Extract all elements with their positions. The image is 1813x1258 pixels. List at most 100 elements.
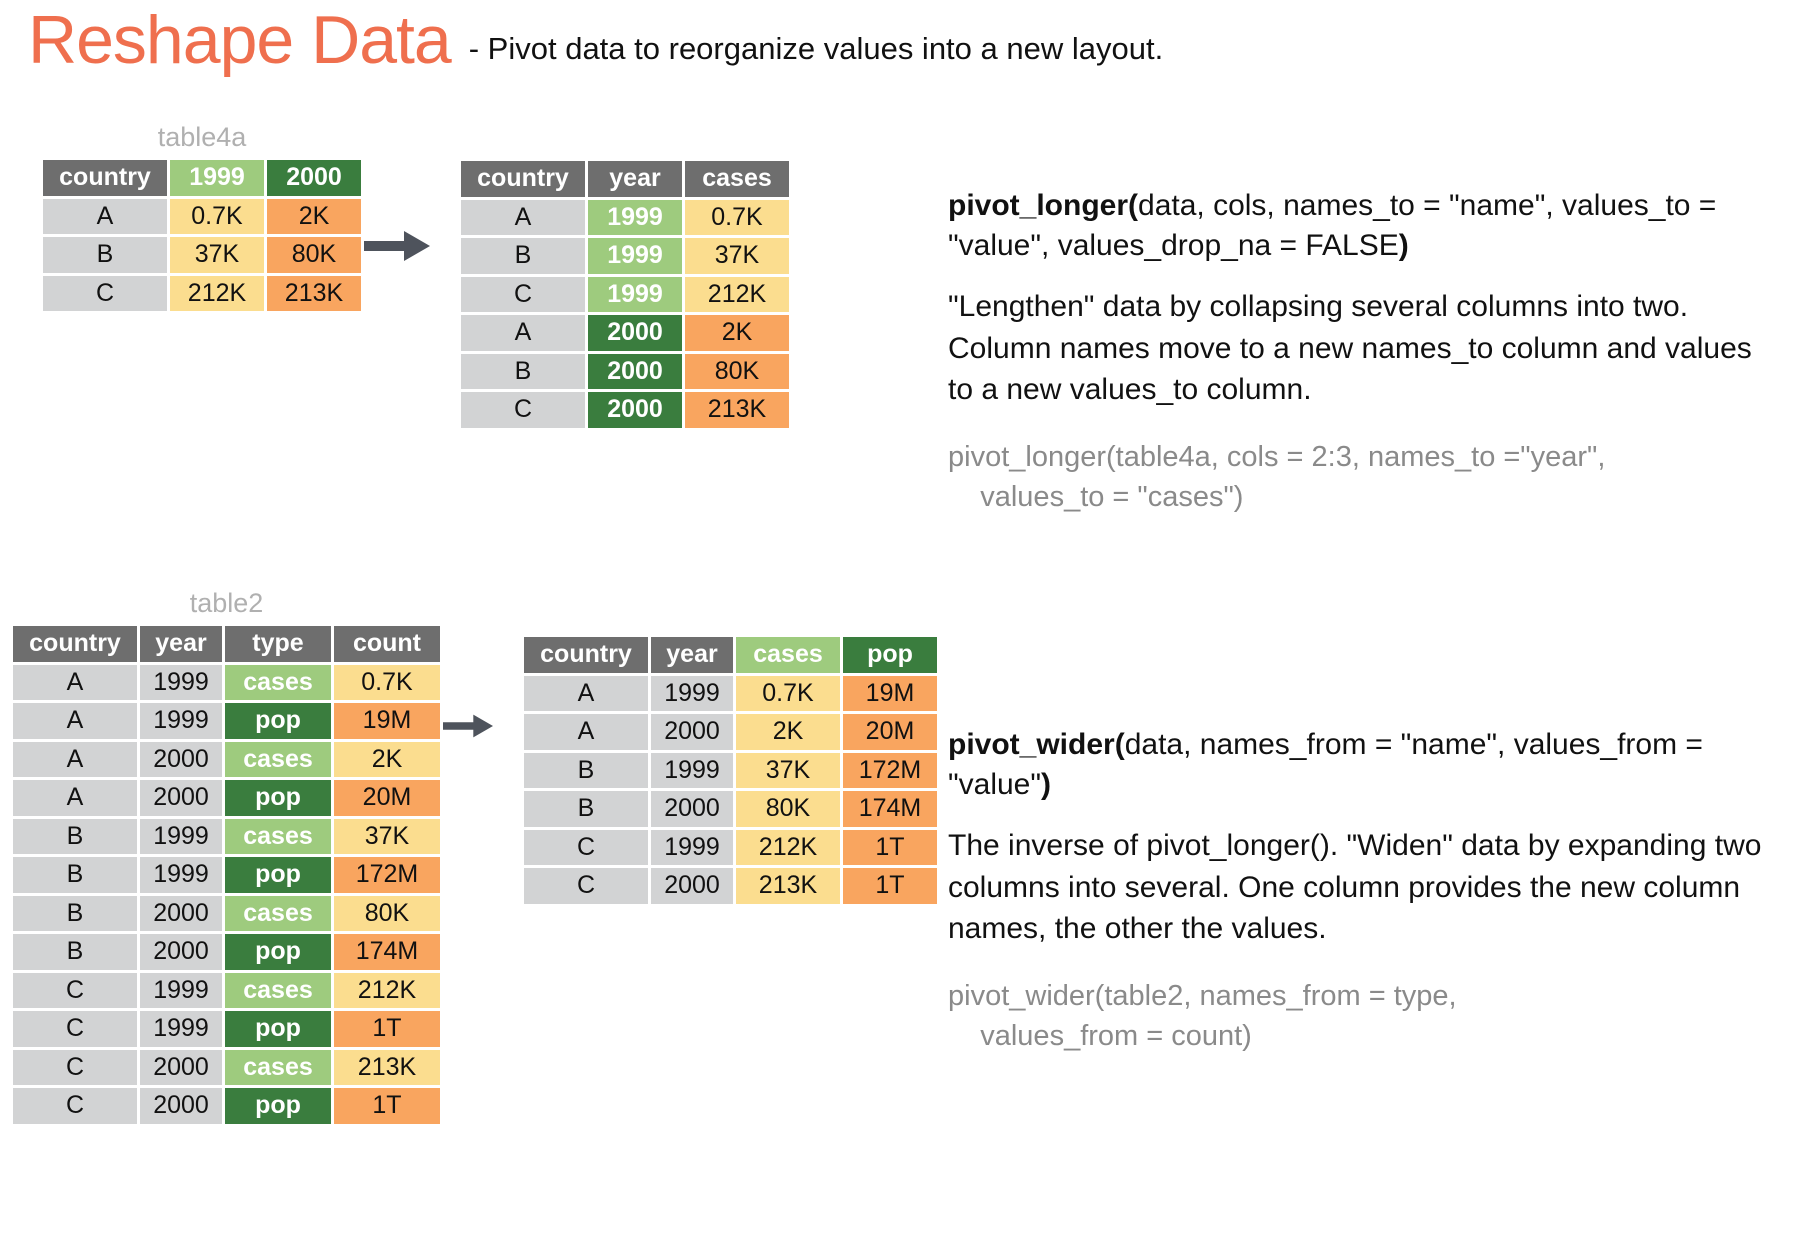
table-cell: B (13, 857, 137, 893)
pivot-longer-text: pivot_longer(data, cols, names_to = "nam… (948, 186, 1778, 517)
table-cell: C (13, 972, 137, 1008)
table-cell: 2000 (588, 315, 682, 351)
pivot-wider-diagram: table2 country year type count A 1999 cases 0.7… (10, 588, 940, 1127)
table-cell: 2K (736, 714, 840, 750)
table-cell: 1999 (140, 703, 222, 739)
table-cell: A (524, 714, 648, 750)
pivot-wider-fn-close: ) (1041, 768, 1052, 802)
table-cell: 2000 (588, 353, 682, 389)
table-cell: 1999 (588, 276, 682, 312)
table-row: B 1999 37K 172M (524, 752, 937, 788)
table-row: B 2000 cases 80K (13, 895, 440, 931)
pivot-wider-code-example: pivot_wider(table2, names_from = type, v… (948, 979, 1457, 1052)
column-header-year: year (140, 626, 222, 662)
table-cell: 19M (334, 703, 440, 739)
table-cell: 213K (736, 868, 840, 904)
page-subtitle: - Pivot data to reorganize values into a… (468, 31, 1164, 66)
wider-result-wrapper: country year cases pop A 1999 0.7K 19M A 2000 2K 20… (521, 634, 940, 907)
table-cell: pop (225, 780, 331, 816)
table-cell: 0.7K (170, 198, 264, 234)
table-cell: 212K (170, 275, 264, 311)
table-cell: B (524, 752, 648, 788)
table-row: B 2000 pop 174M (13, 934, 440, 970)
table-row: C 212K 213K (43, 275, 361, 311)
column-header-cases: cases (685, 161, 789, 197)
pivot-longer-diagram: table4a country 1999 2000 A 0.7K 2K B 37K 80K C 21… (40, 122, 792, 431)
table-row: B 1999 pop 172M (13, 857, 440, 893)
table-cell: 80K (267, 237, 361, 273)
table-cell: cases (225, 818, 331, 854)
table-cell: 80K (334, 895, 440, 931)
table-row: A 2000 cases 2K (13, 741, 440, 777)
table-cell: 2000 (651, 714, 733, 750)
table-cell: 172M (334, 857, 440, 893)
table-cell: 2K (267, 198, 361, 234)
table-row: C 1999 212K 1T (524, 829, 937, 865)
table-cell: 1999 (140, 818, 222, 854)
arrow-wider (443, 676, 521, 776)
column-header-year: year (651, 637, 733, 673)
table-cell: 1999 (651, 675, 733, 711)
table-cell: 1999 (651, 829, 733, 865)
table-cell: 1T (843, 829, 937, 865)
table2: country year type count A 1999 cases 0.7K A 1999 p… (10, 623, 443, 1127)
column-header-country: country (461, 161, 585, 197)
table-row: C 2000 213K (461, 392, 789, 428)
pivot-wider-text: pivot_wider(data, names_from = "name", v… (948, 725, 1788, 1056)
pivot-longer-result-table: country year cases A 1999 0.7K B 1999 37K C 1999 21… (458, 158, 792, 431)
pivot-longer-description: "Lengthen" data by collapsing several co… (948, 290, 1752, 407)
table-cell: cases (225, 972, 331, 1008)
table-row: C 1999 212K (461, 276, 789, 312)
pivot-longer-signature: pivot_longer(data, cols, names_to = "nam… (948, 186, 1778, 266)
table-row: A 2000 pop 20M (13, 780, 440, 816)
table-cell: C (524, 868, 648, 904)
table-cell: A (43, 198, 167, 234)
table-cell: 1999 (140, 1011, 222, 1047)
table-cell: C (13, 1049, 137, 1085)
table-row: B 2000 80K 174M (524, 791, 937, 827)
table-cell: 2000 (140, 895, 222, 931)
table-cell: C (524, 829, 648, 865)
table-header-row: country 1999 2000 (43, 160, 361, 196)
table-cell: 174M (843, 791, 937, 827)
table-cell: pop (225, 1011, 331, 1047)
table-row: A 2000 2K 20M (524, 714, 937, 750)
table-cell: 2000 (651, 791, 733, 827)
table-cell: 2000 (140, 741, 222, 777)
table-cell: 1T (334, 1088, 440, 1124)
pivot-longer-code-example: pivot_longer(table4a, cols = 2:3, names_… (948, 440, 1606, 513)
table-cell: pop (225, 1088, 331, 1124)
longer-result-wrapper: country year cases A 1999 0.7K B 1999 37K C 1999 21… (458, 158, 792, 431)
table-cell: 37K (685, 238, 789, 274)
page-header: Reshape Data - Pivot data to reorganize … (28, 6, 1163, 74)
table-cell: 37K (334, 818, 440, 854)
pivot-wider-fn-open: pivot_wider( (948, 728, 1125, 761)
table-cell: 0.7K (334, 664, 440, 700)
table-cell: 213K (334, 1049, 440, 1085)
table-cell: B (524, 791, 648, 827)
table-row: B 1999 37K (461, 238, 789, 274)
table-cell: 2000 (140, 1049, 222, 1085)
table-cell: C (461, 276, 585, 312)
table-cell: B (13, 895, 137, 931)
arrow-longer (364, 180, 458, 312)
table-cell: A (13, 703, 137, 739)
table-cell: 1999 (140, 664, 222, 700)
table-header-row: country year cases (461, 161, 789, 197)
table-cell: C (43, 275, 167, 311)
table-row: A 0.7K 2K (43, 198, 361, 234)
table-cell: cases (225, 1049, 331, 1085)
table-cell: 80K (736, 791, 840, 827)
table-row: C 2000 pop 1T (13, 1088, 440, 1124)
column-header-country: country (524, 637, 648, 673)
table-row: A 1999 cases 0.7K (13, 664, 440, 700)
table-header-row: country year type count (13, 626, 440, 662)
table-row: C 2000 cases 213K (13, 1049, 440, 1085)
table-row: B 37K 80K (43, 237, 361, 273)
table4a-label: table4a (157, 122, 247, 152)
table-cell: 213K (267, 275, 361, 311)
table-row: A 2000 2K (461, 315, 789, 351)
column-header-1999: 1999 (170, 160, 264, 196)
table-cell: 1999 (588, 238, 682, 274)
table-header-row: country year cases pop (524, 637, 937, 673)
